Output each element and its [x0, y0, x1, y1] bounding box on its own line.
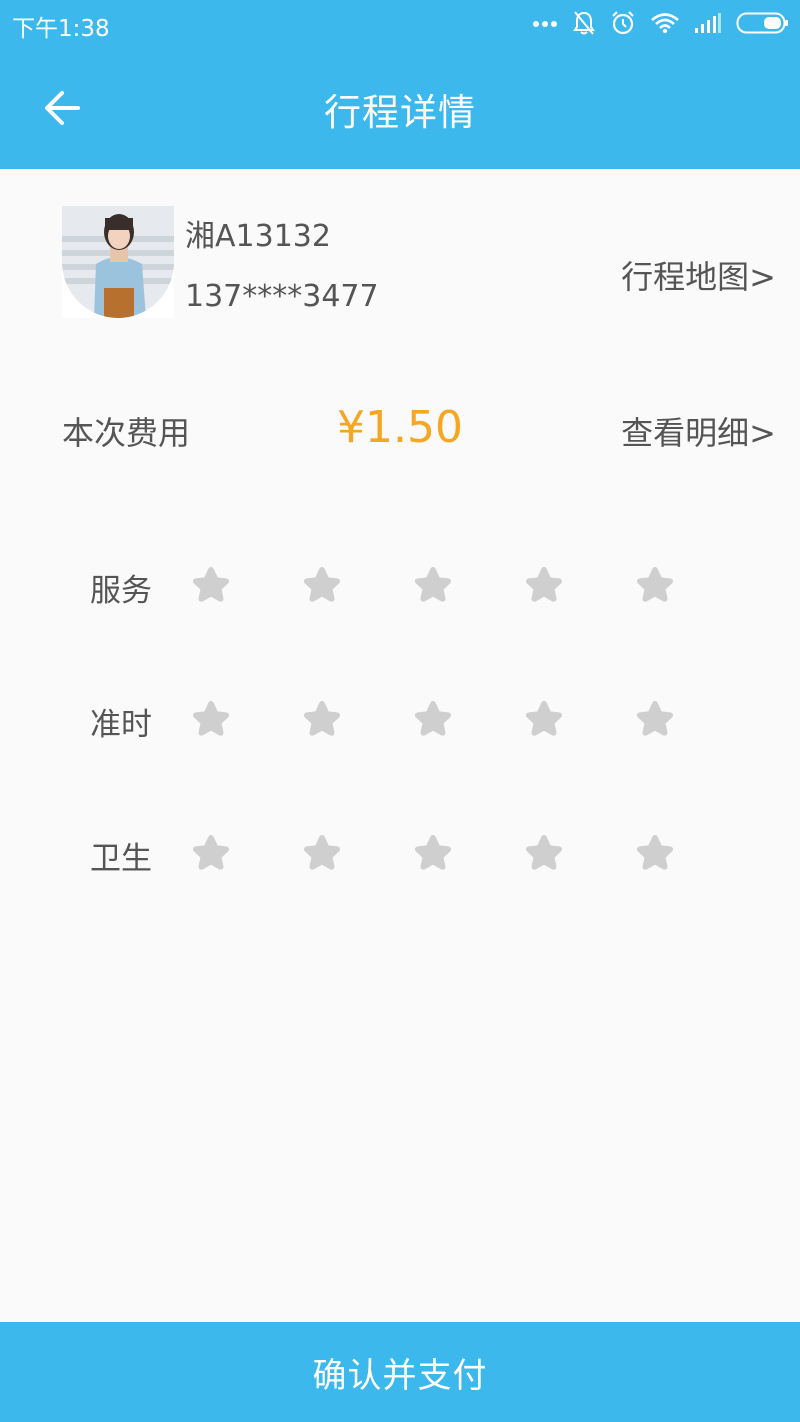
signal-icon: [695, 13, 721, 33]
rating-label: 服务: [90, 573, 152, 609]
alarm-icon: [612, 11, 634, 35]
star-icon[interactable]: [186, 561, 236, 611]
trip-map-link[interactable]: 行程地图>: [621, 252, 776, 298]
rating-label: 卫生: [90, 841, 152, 877]
app-bar: 行程详情: [0, 46, 800, 169]
status-bar: 下午1:38: [0, 0, 800, 46]
star-icon[interactable]: [186, 829, 236, 879]
confirm-pay-button[interactable]: 确认并支付: [0, 1322, 800, 1422]
view-details-link[interactable]: 查看明细>: [621, 408, 776, 454]
avatar-photo: [62, 206, 174, 318]
star-icon[interactable]: [519, 829, 569, 879]
star-icon[interactable]: [519, 561, 569, 611]
star-icon[interactable]: [630, 561, 680, 611]
rating-row-punctuality: 准时: [0, 691, 800, 751]
app-header: 下午1:38 行程详情: [0, 0, 800, 169]
wifi-icon: [651, 13, 679, 34]
star-icon[interactable]: [186, 695, 236, 745]
star-icon[interactable]: [297, 561, 347, 611]
license-plate: 湘A13132: [185, 219, 331, 254]
driver-phone: 137****3477: [185, 279, 379, 314]
bell-off-icon: [573, 11, 595, 35]
star-icon[interactable]: [630, 829, 680, 879]
star-icon[interactable]: [297, 695, 347, 745]
battery-icon: [736, 12, 788, 34]
status-icons: [532, 8, 790, 38]
star-icon[interactable]: [408, 561, 458, 611]
star-icon[interactable]: [519, 695, 569, 745]
page-title: 行程详情: [324, 91, 476, 134]
driver-avatar: [62, 206, 174, 318]
rating-row-service: 服务: [0, 557, 800, 617]
star-icon[interactable]: [408, 695, 458, 745]
rating-label: 准时: [90, 707, 152, 743]
star-icon[interactable]: [408, 829, 458, 879]
star-icon[interactable]: [297, 829, 347, 879]
star-icon[interactable]: [630, 695, 680, 745]
more-dots-icon: [533, 21, 557, 27]
rating-row-hygiene: 卫生: [0, 825, 800, 885]
status-time: 下午1:38: [12, 16, 110, 42]
